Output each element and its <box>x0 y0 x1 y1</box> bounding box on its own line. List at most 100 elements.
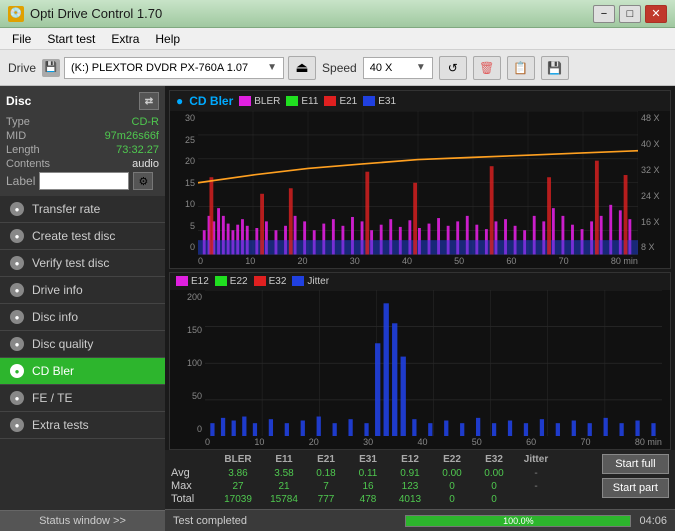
stats-header-row: BLER E11 E21 E31 E12 E22 E32 Jitter <box>171 454 594 465</box>
drive-dropdown[interactable]: (K:) PLEXTOR DVDR PX-760A 1.07 ▼ <box>64 57 284 79</box>
chart1-panel: ● CD Bler BLER E11 E21 <box>169 90 671 269</box>
sidebar-item-cd-bler[interactable]: ● CD Bler <box>0 358 165 385</box>
chart1-legend-e21: E21 <box>324 96 357 107</box>
stats-total-e22: 0 <box>431 494 473 505</box>
title-bar-controls: − □ ✕ <box>593 5 667 23</box>
e22-color <box>215 276 227 286</box>
sidebar-item-disc-info[interactable]: ● Disc info <box>0 304 165 331</box>
stats-area: BLER E11 E21 E31 E12 E22 E32 Jitter Avg … <box>165 450 675 509</box>
speed-arrow-icon: ▼ <box>416 62 426 73</box>
stats-avg-label: Avg <box>171 467 213 479</box>
stats-max-e12: 123 <box>389 481 431 492</box>
chart2-legend-jitter: Jitter <box>292 276 329 287</box>
maximize-button[interactable]: □ <box>619 5 641 23</box>
drive-label: Drive <box>8 61 36 75</box>
sidebar-item-create-test-disc[interactable]: ● Create test disc <box>0 223 165 250</box>
sidebar-item-drive-info[interactable]: ● Drive info <box>0 277 165 304</box>
sidebar: Disc ⇄ Type CD-R MID 97m26s66f Length 73… <box>0 86 165 531</box>
e32-color <box>254 276 266 286</box>
progress-bar: 100.0% <box>405 515 631 527</box>
stats-max-row: Max 27 21 7 16 123 0 0 - <box>171 480 594 492</box>
chart1-icon: ● <box>176 94 183 108</box>
title-bar: 💿 Opti Drive Control 1.70 − □ ✕ <box>0 0 675 28</box>
stats-total-e12: 4013 <box>389 494 431 505</box>
chart1-legend-bler: BLER <box>239 96 280 107</box>
disc-label-row: Label ⚙ <box>6 172 159 190</box>
disc-quality-icon: ● <box>10 337 24 351</box>
main-area: Disc ⇄ Type CD-R MID 97m26s66f Length 73… <box>0 86 675 531</box>
stats-avg-jitter: - <box>515 468 557 479</box>
menu-file[interactable]: File <box>4 30 39 48</box>
stats-col-e22: E22 <box>431 454 473 465</box>
sidebar-item-transfer-rate[interactable]: ● Transfer rate <box>0 196 165 223</box>
disc-length-row: Length 73:32.27 <box>6 144 159 156</box>
e11-color <box>286 96 298 106</box>
sidebar-item-fe-te[interactable]: ● FE / TE <box>0 385 165 412</box>
status-window-button[interactable]: Status window >> <box>0 510 165 531</box>
start-part-button[interactable]: Start part <box>602 478 669 498</box>
app-icon: 💿 <box>8 6 24 22</box>
chart2-right-spacer <box>662 290 670 437</box>
stats-table: BLER E11 E21 E31 E12 E22 E32 Jitter Avg … <box>171 454 594 505</box>
disc-contents-row: Contents audio <box>6 158 159 170</box>
verify-test-disc-icon: ● <box>10 256 24 270</box>
chart2-y-axis: 200 150 100 50 0 <box>170 290 205 437</box>
chart2-svg-area <box>205 290 662 437</box>
disc-type-row: Type CD-R <box>6 116 159 128</box>
speed-dropdown[interactable]: 40 X ▼ <box>363 57 433 79</box>
menu-start-test[interactable]: Start test <box>39 30 103 48</box>
disc-label-input[interactable] <box>39 172 129 190</box>
refresh-button[interactable]: ↺ <box>439 56 467 80</box>
chart1-legend-e11: E11 <box>286 96 318 107</box>
stats-avg-e22: 0.00 <box>431 468 473 479</box>
stats-avg-e31: 0.11 <box>347 468 389 479</box>
toolbar: Drive 💾 (K:) PLEXTOR DVDR PX-760A 1.07 ▼… <box>0 50 675 86</box>
stats-avg-e11: 3.58 <box>263 468 305 479</box>
stats-max-jitter: - <box>515 481 557 492</box>
chart1-legend-e31: E31 <box>363 96 396 107</box>
chart1-body: 30 25 20 15 10 5 0 <box>170 111 670 255</box>
status-text: Test completed <box>173 515 397 527</box>
status-time: 04:06 <box>639 515 667 527</box>
disc-swap-button[interactable]: ⇄ <box>139 92 159 110</box>
chart2-legend-e22: E22 <box>215 276 248 287</box>
stats-col-e21: E21 <box>305 454 347 465</box>
disc-label-icon-button[interactable]: ⚙ <box>133 172 153 190</box>
chart2-panel: E12 E22 E32 Jitter <box>169 272 671 451</box>
stats-max-e22: 0 <box>431 481 473 492</box>
stats-col-e32: E32 <box>473 454 515 465</box>
stats-avg-e32: 0.00 <box>473 468 515 479</box>
e12-color <box>176 276 188 286</box>
sidebar-item-extra-tests[interactable]: ● Extra tests <box>0 412 165 439</box>
save-button[interactable]: 💾 <box>541 56 569 80</box>
menu-bar: File Start test Extra Help <box>0 28 675 50</box>
speed-label: Speed <box>322 61 357 75</box>
copy-button[interactable]: 📋 <box>507 56 535 80</box>
stats-col-e12: E12 <box>389 454 431 465</box>
chart1-svg-area <box>198 111 638 255</box>
chart1-x-axis: 0 10 20 30 40 50 60 70 80 min <box>170 255 670 268</box>
close-button[interactable]: ✕ <box>645 5 667 23</box>
stats-total-e11: 15784 <box>263 494 305 505</box>
disc-panel: Disc ⇄ Type CD-R MID 97m26s66f Length 73… <box>0 86 165 196</box>
start-full-button[interactable]: Start full <box>602 454 669 474</box>
charts-container: ● CD Bler BLER E11 E21 <box>165 86 675 450</box>
chart2-legend-e12: E12 <box>176 276 209 287</box>
stats-max-e21: 7 <box>305 481 347 492</box>
sidebar-item-verify-test-disc[interactable]: ● Verify test disc <box>0 250 165 277</box>
bler-color <box>239 96 251 106</box>
disc-mid-row: MID 97m26s66f <box>6 130 159 142</box>
menu-extra[interactable]: Extra <box>103 30 147 48</box>
create-test-disc-icon: ● <box>10 229 24 243</box>
chart1-svg <box>198 111 638 255</box>
stats-col-jitter: Jitter <box>515 454 557 465</box>
chart1-y-axis-right: 48 X 40 X 32 X 24 X 16 X 8 X <box>638 111 670 255</box>
eject-button[interactable]: ⏏ <box>288 56 316 80</box>
chart2-x-axis: 0 10 20 30 40 50 60 70 80 min <box>170 436 670 449</box>
drive-icon: 💾 <box>42 59 60 77</box>
minimize-button[interactable]: − <box>593 5 615 23</box>
stats-col-bler: BLER <box>213 454 263 465</box>
sidebar-item-disc-quality[interactable]: ● Disc quality <box>0 331 165 358</box>
clear-button[interactable]: 🗑 <box>473 56 501 80</box>
menu-help[interactable]: Help <box>147 30 188 48</box>
